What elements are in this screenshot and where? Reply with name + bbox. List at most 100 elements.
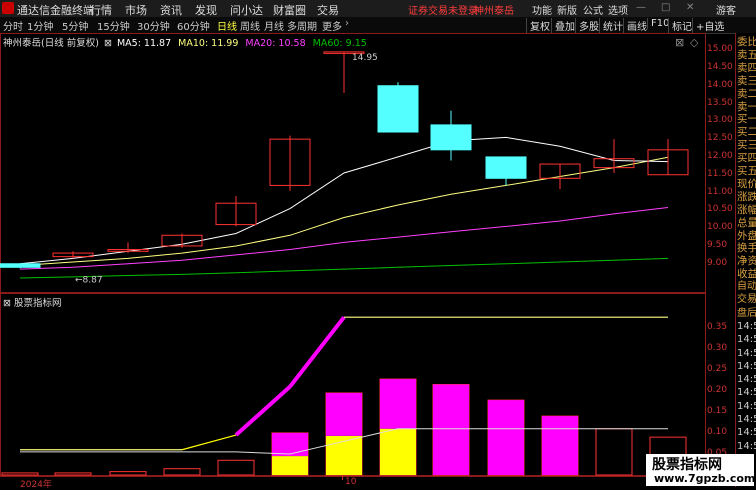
quote-label: 换手 [737,242,756,255]
quote-label: 14:5 [737,374,756,386]
indicator-chart [1,315,687,476]
sub-y-axis: 0.35 0.30 0.25 0.20 0.15 0.10 0.05 [705,293,734,476]
sub-y-tick: 0.15 [707,405,728,416]
quote-label: 14:5 [737,400,756,412]
period-15min[interactable]: 15分钟 [97,18,130,33]
quote-label: 盘后 [737,307,756,319]
period-30min[interactable]: 30分钟 [137,18,170,33]
quote-label: 买二 [737,126,756,139]
sub-y-tick: 0.10 [707,426,728,437]
menu-item-zixun[interactable]: 资讯 [160,2,182,18]
period-toolbar: 分时 1分钟 5分钟 15分钟 30分钟 60分钟 日线 周线 月线 多周期 更… [0,17,756,34]
app-title: 通达信金融终端 [17,4,94,17]
period-fenshi[interactable]: 分时 [3,18,23,33]
quote-label: 14:5 [737,440,756,452]
quote-label: 现价 [737,177,756,190]
quote-label: 14:5 [737,334,756,346]
x-axis-year: 2024年 [20,480,52,490]
close-icon[interactable]: ✕ [686,2,694,13]
sub-y-tick: 0.20 [707,384,728,395]
quote-label: 自动 [737,281,756,292]
quote-label: 总量 [737,216,756,229]
menu-item-shichang[interactable]: 市场 [125,2,147,18]
maximize-icon[interactable]: □ [661,2,670,13]
quote-label: 14:5 [737,427,756,439]
ma-line-ma5 [19,136,669,265]
quote-label: 交易 [737,294,756,306]
period-daily[interactable]: 日线 [217,18,237,33]
quote-label: 买四 [737,152,756,165]
main-y-tick: 12.00 [707,150,733,161]
indicator-line-upper [288,315,346,388]
quote-label: 14:5 [737,347,756,359]
stock-tag: 神州泰岳 [474,6,514,17]
main-y-tick: 13.50 [707,97,733,108]
x-axis-month: 10 [345,477,357,487]
quote-label: 委比 [737,36,756,48]
ma-line-ma60 [19,257,669,279]
quote-label: 买一 [737,113,756,126]
menu-gongneng[interactable]: 功能 [532,2,552,17]
quote-label: 买五 [737,165,756,177]
period-60min[interactable]: 60分钟 [177,18,210,33]
ma-line-ma20 [19,207,669,270]
login-notice[interactable]: 证券交易未登录 [408,2,478,17]
tool-tongji[interactable]: 统计 [599,18,626,33]
indicator-line-upper [234,385,292,437]
more-chevron-icon[interactable]: › [345,18,349,29]
minimize-icon[interactable]: — [636,2,646,13]
indicator-bar-magenta [542,416,578,475]
menu-item-faxian[interactable]: 发现 [195,2,217,18]
candle-body [430,124,472,151]
quote-label: 卖三 [737,74,756,87]
tool-add-watchlist[interactable]: +自选 [692,18,727,33]
tool-fuquan[interactable]: 复权 [526,18,553,33]
main-y-tick: 13.00 [707,115,733,126]
menu-item-hangqing[interactable]: 行情 [90,2,112,18]
quote-label: 卖四 [737,61,756,74]
tool-huaxian[interactable]: 画线 [623,18,650,33]
tool-biaoji[interactable]: 标记 [668,18,695,33]
indicator-bar-yellow [380,428,416,475]
tool-duogu[interactable]: 多股 [575,18,602,33]
quote-label: 涨跌 [737,190,756,203]
sub-y-tick: 0.35 [707,321,728,332]
sub-y-tick: 0.25 [707,363,728,374]
user-label[interactable]: 游客 [716,2,736,17]
indicator-bar-outline [595,428,633,476]
menu-item-jiaoyi[interactable]: 交易 [317,2,339,18]
quote-label: 卖一 [737,100,756,113]
period-5min[interactable]: 5分钟 [62,18,88,33]
period-monthly[interactable]: 月线 [264,18,284,33]
app-logo-icon [2,2,14,14]
menu-xuanxiang[interactable]: 选项 [608,2,628,17]
quote-label: 14:5 [737,387,756,399]
period-weekly[interactable]: 周线 [240,18,260,33]
main-y-tick: 9.00 [707,257,728,268]
indicator-bar-outline [217,459,255,476]
watermark-title: 股票指标网 [652,457,722,473]
quote-label: 14:5 [737,320,756,332]
period-more[interactable]: 更多 [322,18,342,33]
main-y-tick: 14.00 [707,79,733,90]
quote-label: 14:5 [737,414,756,425]
indicator-bar-outline [109,471,147,476]
tool-diejia[interactable]: 叠加 [551,18,578,33]
main-y-tick: 11.00 [707,186,733,197]
quote-label: 收益 [737,268,756,281]
quote-label: 外盘 [737,229,756,242]
period-1min[interactable]: 1分钟 [27,18,53,33]
quote-label: 14:5 [737,360,756,372]
menu-item-caifuquan[interactable]: 财富圈 [273,2,306,18]
period-multi[interactable]: 多周期 [287,18,317,33]
quote-label: 卖二 [737,87,756,100]
menu-gongshi[interactable]: 公式 [583,2,603,17]
main-y-axis: 15.00 14.50 14.00 13.50 13.00 12.50 12.00 11.50… [705,33,734,293]
quote-side-panel[interactable]: 委比 卖五 卖四 卖三 卖二 卖一 买一 买二 买三 买四 买五 现价 涨跌 涨幅 总量 外盘 换手 净资 收益 自动… [735,33,756,487]
main-y-tick: 14.50 [707,61,733,72]
menu-item-wenxiaoda[interactable]: 问小达 [230,2,263,18]
indicator-line-upper [181,434,237,451]
indicator-bar-magenta [272,432,308,457]
main-y-tick: 12.50 [707,133,733,144]
menu-xinban[interactable]: 新版 [557,2,577,17]
